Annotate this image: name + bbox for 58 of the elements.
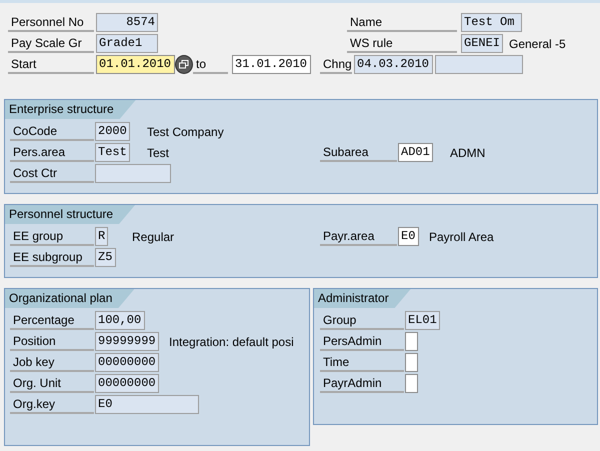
group-title: Administrator [314, 289, 411, 308]
field-label: Org. Unit [10, 374, 94, 393]
text-field[interactable]: 31.01.2010 [232, 55, 311, 74]
field-label: Percentage [10, 311, 94, 330]
field-label: to [193, 55, 228, 74]
text-field[interactable]: Grade1 [96, 34, 158, 53]
field-text: General -5 [509, 36, 566, 52]
text-field[interactable]: E0 [95, 395, 199, 414]
field-text: Test [147, 144, 170, 162]
group-title: Organizational plan [5, 289, 134, 308]
field-label: Group [320, 311, 404, 330]
field-label: PersAdmin [320, 332, 404, 351]
field-label: Pers.area [10, 143, 94, 162]
text-field[interactable]: 8574 [96, 13, 158, 32]
text-field[interactable]: 04.03.2010 [354, 55, 433, 74]
field-label: Time [320, 353, 404, 372]
field-label: Job key [10, 353, 94, 372]
text-field[interactable] [405, 374, 418, 393]
group-title: Personnel structure [5, 205, 136, 224]
window-icon [179, 60, 189, 69]
text-field[interactable]: GENEI [461, 34, 503, 53]
text-field[interactable]: R [95, 227, 108, 246]
text-field[interactable]: 01.01.2010 [96, 55, 175, 74]
field-label: PayrAdmin [320, 374, 404, 393]
field-label: CoCode [10, 122, 94, 141]
popup-button[interactable] [175, 55, 193, 74]
text-field[interactable]: Test [95, 143, 130, 162]
text-field[interactable]: 2000 [95, 122, 130, 141]
text-field[interactable]: 100,00 [95, 311, 145, 330]
field-label: Name [347, 13, 457, 32]
text-field[interactable]: 00000000 [95, 353, 159, 372]
text-field[interactable] [405, 332, 418, 351]
field-label: WS rule [347, 34, 457, 53]
text-field[interactable]: Test Om [461, 13, 522, 32]
field-label: EE subgroup [10, 248, 94, 267]
text-field[interactable]: 99999999 [95, 332, 159, 351]
field-label: Start [8, 55, 94, 74]
text-field[interactable]: 00000000 [95, 374, 159, 393]
text-field[interactable] [405, 353, 418, 372]
text-field[interactable]: Z5 [95, 248, 116, 267]
field-text: Test Company [147, 124, 224, 140]
text-field[interactable]: AD01 [398, 143, 433, 162]
field-label: EE group [10, 227, 94, 246]
field-label: Cost Ctr [10, 164, 94, 183]
text-field[interactable]: EL01 [405, 311, 440, 330]
text-field[interactable] [435, 55, 523, 74]
field-text: Integration: default posi [169, 334, 294, 350]
field-text: Regular [132, 228, 174, 246]
group-title: Enterprise structure [5, 100, 136, 119]
field-label: Pay Scale Gr [8, 34, 94, 53]
field-text: Payroll Area [429, 228, 494, 246]
text-field[interactable]: E0 [398, 227, 419, 246]
field-text: ADMN [450, 144, 486, 162]
field-label: Org.key [10, 395, 94, 414]
field-label: Position [10, 332, 94, 351]
field-label: Chng [320, 55, 352, 74]
field-label: Personnel No [8, 13, 94, 32]
text-field[interactable] [95, 164, 171, 183]
